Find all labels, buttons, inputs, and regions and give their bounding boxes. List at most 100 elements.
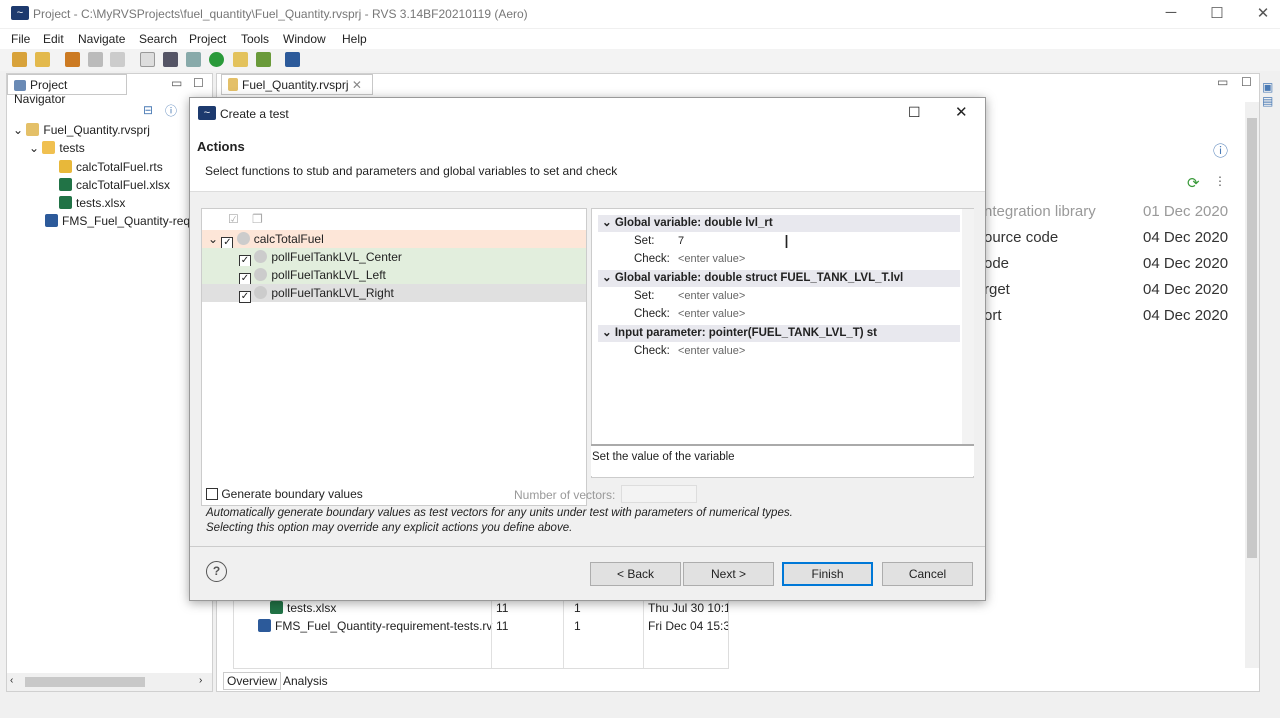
tree-item[interactable]: calcTotalFuel.xlsx: [59, 176, 170, 194]
edit-icon[interactable]: [140, 52, 155, 67]
function-icon: [254, 268, 268, 281]
menu-file[interactable]: File: [11, 32, 30, 46]
menu-window[interactable]: Window: [283, 32, 326, 46]
perspective-icon[interactable]: ▣: [1262, 80, 1278, 94]
function-label: pollFuelTankLVL_Center: [271, 250, 402, 264]
tree-item[interactable]: ⌄ tests: [29, 139, 85, 157]
more-options-icon[interactable]: ⋮: [1214, 174, 1226, 188]
function-item[interactable]: ✓ pollFuelTankLVL_Right: [202, 284, 586, 303]
minimize-panel-button[interactable]: ▭: [171, 76, 182, 90]
project-file-icon: [228, 78, 238, 91]
maximize-panel-button[interactable]: ☐: [193, 76, 204, 90]
boundary-note: Automatically generate boundary values a…: [206, 507, 793, 519]
set-value-input[interactable]: <enter value>: [678, 290, 745, 302]
checkbox[interactable]: [206, 488, 218, 500]
table-row[interactable]: tests.xlsx: [270, 599, 336, 617]
tree-item[interactable]: ⌄ Fuel_Quantity.rvsprj: [13, 121, 150, 139]
tab-project-navigator[interactable]: Project Navigator: [7, 74, 127, 106]
console-icon[interactable]: ▤: [1262, 94, 1278, 108]
menu-tools[interactable]: Tools: [241, 32, 269, 46]
print-icon[interactable]: [110, 52, 125, 67]
collapse-all-icon[interactable]: ⊟: [143, 103, 153, 117]
check-value-input[interactable]: <enter value>: [678, 308, 745, 320]
tree-item[interactable]: FMS_Fuel_Quantity-req: [45, 212, 190, 230]
app-logo-icon: ~: [198, 106, 216, 120]
tab-overview[interactable]: Overview: [223, 672, 282, 690]
section-header[interactable]: ⌄ Input parameter: pointer(FUEL_TANK_LVL…: [598, 325, 960, 342]
chart-icon[interactable]: [285, 52, 300, 67]
maximize-editor-button[interactable]: ☐: [1241, 75, 1252, 89]
dialog-close-button[interactable]: ✕: [955, 103, 968, 121]
help-icon[interactable]: ?: [206, 561, 227, 582]
list-item-name: ntegration library: [984, 203, 1096, 220]
tree-label: calcTotalFuel.xlsx: [76, 178, 171, 192]
export-icon[interactable]: [256, 52, 271, 67]
project-file-icon: [26, 123, 40, 136]
vectors-label: Number of vectors:: [514, 488, 616, 502]
check-value-input[interactable]: <enter value>: [678, 345, 745, 357]
next-button[interactable]: Next >: [683, 562, 774, 586]
dialog-maximize-button[interactable]: ☐: [908, 104, 921, 121]
minimize-button[interactable]: ─: [1156, 4, 1186, 21]
horizontal-scrollbar[interactable]: ‹ ›: [7, 673, 212, 691]
scrollbar-thumb[interactable]: [25, 677, 145, 687]
help-icon[interactable]: ⓘ: [165, 102, 177, 119]
function-item[interactable]: ⌄ ✓ calcTotalFuel: [202, 230, 586, 249]
dialog-title-bar: ~ Create a test ☐ ✕: [190, 98, 985, 128]
report-icon: [45, 214, 58, 227]
function-item[interactable]: ✓ pollFuelTankLVL_Left: [202, 266, 586, 285]
scrollbar-thumb[interactable]: [1247, 118, 1257, 558]
report-icon: [258, 619, 271, 632]
close-tab-icon[interactable]: ✕: [352, 78, 362, 92]
app-logo-icon: ~: [11, 6, 29, 20]
function-item[interactable]: ✓ pollFuelTankLVL_Center: [202, 248, 586, 267]
function-label: pollFuelTankLVL_Left: [271, 268, 386, 282]
number-of-vectors-input[interactable]: [621, 485, 697, 503]
cell: 1: [574, 601, 581, 615]
tab-fuel-quantity[interactable]: Fuel_Quantity.rvsprj ✕: [221, 74, 373, 95]
help-icon[interactable]: ⓘ: [1213, 140, 1228, 161]
vertical-scrollbar[interactable]: [962, 209, 974, 444]
generate-boundary-checkbox[interactable]: Generate boundary values: [206, 487, 363, 501]
tab-analysis[interactable]: Analysis: [280, 672, 331, 690]
section-header[interactable]: ⌄ Global variable: double lvl_rt: [598, 215, 960, 232]
open-icon[interactable]: [35, 52, 50, 67]
function-icon: [254, 250, 268, 263]
section-header[interactable]: ⌄ Global variable: double struct FUEL_TA…: [598, 270, 960, 287]
tree-item[interactable]: tests.xlsx: [59, 194, 125, 212]
cancel-button[interactable]: Cancel: [882, 562, 973, 586]
back-button[interactable]: < Back: [590, 562, 681, 586]
field-label: Set:: [634, 290, 655, 302]
tree-label: tests: [59, 141, 85, 155]
report-icon[interactable]: [233, 52, 248, 67]
menu-help[interactable]: Help: [342, 32, 367, 46]
menu-search[interactable]: Search: [139, 32, 177, 46]
checkbox[interactable]: ✓: [239, 291, 251, 303]
check-all-icon[interactable]: ☑: [228, 212, 239, 226]
table-row[interactable]: FMS_Fuel_Quantity-requirement-tests.rv: [258, 617, 492, 635]
import-icon[interactable]: [65, 52, 80, 67]
dialog-description: Select functions to stub and parameters …: [205, 164, 618, 178]
uncheck-all-icon[interactable]: ❐: [252, 212, 263, 226]
toolbar: [0, 49, 1280, 71]
check-value-input[interactable]: <enter value>: [678, 253, 745, 265]
binary-icon[interactable]: [186, 52, 201, 67]
actions-pane: ⌄ Global variable: double lvl_rt Set: 7 …: [591, 208, 974, 478]
cell: 1: [574, 619, 581, 633]
menu-project[interactable]: Project: [189, 32, 226, 46]
menu-edit[interactable]: Edit: [43, 32, 64, 46]
tree-item[interactable]: calcTotalFuel.rts: [59, 158, 163, 176]
set-value-input[interactable]: 7: [678, 235, 684, 247]
maximize-button[interactable]: ☐: [1202, 4, 1232, 22]
minimize-editor-button[interactable]: ▭: [1217, 75, 1228, 89]
menu-navigate[interactable]: Navigate: [78, 32, 125, 46]
refresh-icon[interactable]: ⟳: [1187, 174, 1200, 192]
run-icon[interactable]: [209, 52, 224, 67]
save-icon[interactable]: [88, 52, 103, 67]
new-project-icon[interactable]: [12, 52, 27, 67]
close-button[interactable]: ✕: [1248, 4, 1278, 22]
vertical-scrollbar[interactable]: [1245, 102, 1259, 668]
finish-button[interactable]: Finish: [782, 562, 873, 586]
analyze-icon[interactable]: [163, 52, 178, 67]
list-item-date: 04 Dec 2020: [1143, 229, 1229, 246]
